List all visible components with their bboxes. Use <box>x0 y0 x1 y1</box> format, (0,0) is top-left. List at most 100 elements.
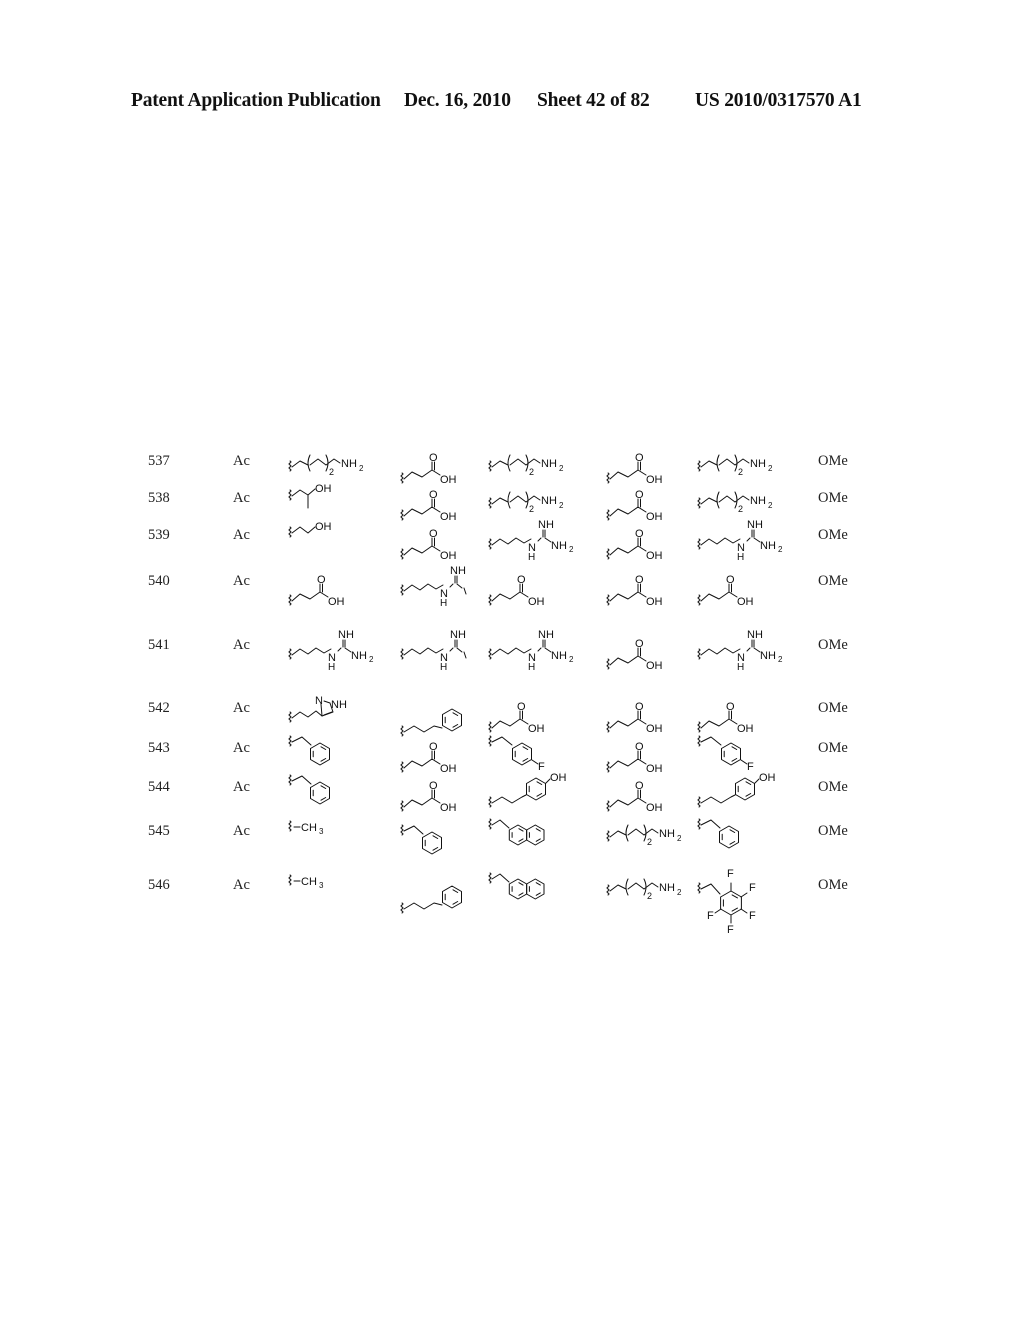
svg-text:O: O <box>726 574 735 586</box>
terminal-group: OMe <box>818 823 848 839</box>
svg-text:OH: OH <box>440 802 457 814</box>
svg-text:O: O <box>635 452 644 464</box>
terminal-group: OMe <box>818 740 848 756</box>
svg-text:O: O <box>429 780 438 792</box>
svg-text:2: 2 <box>738 504 743 514</box>
svg-text:OH: OH <box>646 660 663 672</box>
svg-text:2: 2 <box>529 504 534 514</box>
guanidinopropyl-structure: NH NH NH 2 <box>697 629 797 712</box>
svg-text:F: F <box>749 910 756 922</box>
svg-text:O: O <box>635 638 644 650</box>
svg-text:2: 2 <box>778 655 783 664</box>
svg-text:F: F <box>727 868 734 880</box>
svg-text:NH: NH <box>760 650 776 662</box>
svg-text:NH: NH <box>331 699 347 711</box>
svg-text:2: 2 <box>529 467 534 477</box>
svg-text:3: 3 <box>319 827 324 836</box>
svg-text:2: 2 <box>647 891 652 901</box>
svg-text:2: 2 <box>778 545 783 554</box>
r1-group: Ac <box>233 823 250 839</box>
svg-text:O: O <box>635 741 644 753</box>
svg-text:OH: OH <box>737 596 754 608</box>
svg-text:OH: OH <box>440 550 457 562</box>
r1-group: Ac <box>233 779 250 795</box>
terminal-group: OMe <box>818 490 848 506</box>
r1-group: Ac <box>233 527 250 543</box>
terminal-group: OMe <box>818 453 848 469</box>
methyl-structure: CH 3 <box>288 871 388 946</box>
svg-text:OH: OH <box>328 596 345 608</box>
compound-number: 542 <box>148 700 170 716</box>
svg-text:OH: OH <box>646 763 663 775</box>
r1-group: Ac <box>233 453 250 469</box>
svg-text:2: 2 <box>559 501 564 510</box>
svg-text:2: 2 <box>359 464 364 473</box>
svg-text:O: O <box>429 528 438 540</box>
svg-text:2: 2 <box>569 655 574 664</box>
svg-text:H: H <box>528 662 535 673</box>
terminal-group: OMe <box>818 779 848 795</box>
guanidinopropyl-structure: NH NH NH 2 <box>488 629 588 712</box>
compound-number: 541 <box>148 637 170 653</box>
svg-text:H: H <box>737 662 744 673</box>
svg-text:2: 2 <box>369 655 374 664</box>
r1-group: Ac <box>233 490 250 506</box>
svg-text:OH: OH <box>646 802 663 814</box>
svg-text:F: F <box>707 910 714 922</box>
svg-text:OH: OH <box>759 772 776 784</box>
svg-text:NH: NH <box>659 828 675 840</box>
phenylethyl-structure <box>400 885 500 962</box>
r1-group: Ac <box>233 877 250 893</box>
compound-number: 543 <box>148 740 170 756</box>
svg-text:NH: NH <box>351 650 367 662</box>
svg-text:O: O <box>635 574 644 586</box>
svg-text:O: O <box>429 741 438 753</box>
svg-text:2: 2 <box>559 464 564 473</box>
svg-text:NH: NH <box>747 519 763 531</box>
svg-text:OH: OH <box>646 511 663 523</box>
r1-group: Ac <box>233 573 250 589</box>
terminal-group: OMe <box>818 877 848 893</box>
svg-text:NH: NH <box>541 495 557 507</box>
svg-text:O: O <box>517 701 526 713</box>
compound-number: 538 <box>148 490 170 506</box>
svg-text:CH: CH <box>301 876 317 888</box>
svg-text:H: H <box>328 662 335 673</box>
svg-text:OH: OH <box>315 483 332 495</box>
svg-text:2: 2 <box>768 501 773 510</box>
compound-table: 537 Ac NH 2 2 O OH NH 2 2 O OH NH 2 2 OMe 538 Ac O… <box>0 0 1024 1320</box>
terminal-group: OMe <box>818 637 848 653</box>
svg-text:O: O <box>429 489 438 501</box>
compound-number: 540 <box>148 573 170 589</box>
svg-text:2: 2 <box>677 834 682 843</box>
svg-text:2: 2 <box>738 467 743 477</box>
svg-text:H: H <box>737 552 744 563</box>
compound-number: 544 <box>148 779 170 795</box>
svg-text:NH: NH <box>750 495 766 507</box>
svg-text:OH: OH <box>646 596 663 608</box>
svg-text:NH: NH <box>538 519 554 531</box>
svg-text:OH: OH <box>440 511 457 523</box>
svg-text:2: 2 <box>569 545 574 554</box>
terminal-group: OMe <box>818 573 848 589</box>
svg-text:OH: OH <box>528 596 545 608</box>
svg-text:2: 2 <box>647 837 652 847</box>
svg-text:O: O <box>317 574 326 586</box>
r1-group: Ac <box>233 700 250 716</box>
svg-text:H: H <box>528 552 535 563</box>
svg-text:O: O <box>635 701 644 713</box>
svg-text:NH: NH <box>450 629 466 641</box>
svg-text:OH: OH <box>646 723 663 735</box>
compound-number: 546 <box>148 877 170 893</box>
svg-text:O: O <box>635 780 644 792</box>
svg-text:F: F <box>747 761 754 773</box>
svg-text:N: N <box>315 695 323 707</box>
svg-text:NH: NH <box>551 540 567 552</box>
svg-text:O: O <box>429 452 438 464</box>
svg-text:2: 2 <box>768 464 773 473</box>
svg-text:OH: OH <box>440 474 457 486</box>
svg-text:3: 3 <box>319 881 324 890</box>
aminobutyl-n2-structure: NH 2 2 <box>606 877 706 952</box>
svg-text:F: F <box>749 882 756 894</box>
svg-text:NH: NH <box>747 629 763 641</box>
